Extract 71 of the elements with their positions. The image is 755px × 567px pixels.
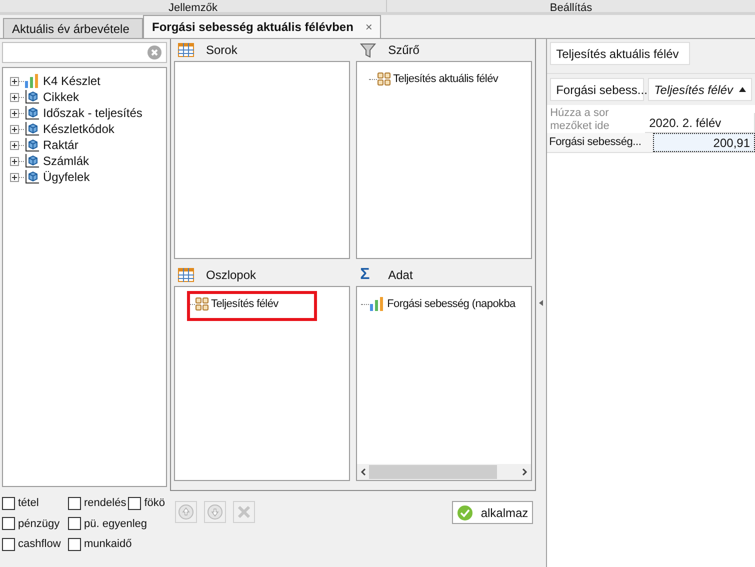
checkbox[interactable] <box>68 517 81 530</box>
data-field-button[interactable]: Forgási sebess... <box>550 78 644 101</box>
tree-item[interactable]: K4 Készlet <box>24 72 100 90</box>
scrollbar-thumb[interactable] <box>369 465 498 479</box>
zone-title: Adat <box>388 267 413 284</box>
checkbox[interactable] <box>2 517 15 530</box>
value-cell[interactable]: 200,91 <box>653 133 755 152</box>
column-field-button[interactable]: Teljesítés félév <box>648 78 752 101</box>
checkbox-label[interactable]: pü. egyenleg <box>84 516 147 532</box>
expand-icon[interactable] <box>10 108 19 118</box>
field-item[interactable]: Teljesítés aktuális félév <box>377 70 498 88</box>
tree-item[interactable]: Ügyfelek <box>24 168 90 186</box>
checkbox-label[interactable]: pénzügy <box>18 516 60 532</box>
expand-icon[interactable] <box>10 172 19 182</box>
checkbox-label[interactable]: rendelés <box>84 495 126 512</box>
cube-icon <box>24 169 40 185</box>
tree-item[interactable]: Cikkek <box>24 88 80 106</box>
expand-icon[interactable] <box>10 76 19 86</box>
checkbox[interactable] <box>68 496 81 510</box>
field-grid-icon <box>377 72 392 86</box>
tree-item[interactable]: Raktár <box>24 136 78 154</box>
table-icon <box>178 43 194 57</box>
bar-chart-icon <box>24 73 40 89</box>
x-icon <box>237 505 251 519</box>
expand-icon[interactable] <box>10 140 19 150</box>
zone-title: Sorok <box>206 42 238 59</box>
field-item[interactable]: Teljesítés félév <box>195 296 278 312</box>
close-icon[interactable]: × <box>365 18 372 36</box>
check-icon <box>456 504 473 520</box>
checkbox[interactable] <box>68 538 81 551</box>
row-header: Forgási sebesség... <box>548 135 642 150</box>
sort-ascending-icon <box>739 87 746 92</box>
filter-icon <box>360 42 376 58</box>
expand-icon[interactable] <box>10 156 19 166</box>
cube-icon <box>24 121 40 137</box>
tree-item[interactable]: Készletkódok <box>24 120 114 138</box>
cube-icon <box>24 105 40 121</box>
field-grid-icon <box>195 297 209 311</box>
checkbox[interactable] <box>128 496 142 510</box>
bar-chart-icon <box>369 296 386 312</box>
tab[interactable]: Aktuális év árbevétele <box>3 18 143 38</box>
cube-icon <box>24 153 40 169</box>
arrow-down-icon <box>207 504 223 520</box>
sigma-icon: Σ <box>360 267 376 283</box>
zone-title: Oszlopok <box>206 267 256 284</box>
cube-icon <box>24 137 40 153</box>
search-field[interactable] <box>2 42 167 63</box>
panel-header: Beállítás <box>550 1 592 12</box>
expand-icon[interactable] <box>10 92 19 102</box>
collapse-icon[interactable] <box>539 300 544 306</box>
cube-icon <box>24 89 40 105</box>
horizontal-scrollbar[interactable] <box>357 464 532 480</box>
checkbox-label[interactable]: munkaidő <box>84 536 132 552</box>
panel-header: Jellemzők <box>168 1 218 12</box>
row-area-hint: Húzza a sor mezőket ide <box>549 106 610 133</box>
filter-field-button[interactable]: Teljesítés aktuális félév <box>550 42 690 65</box>
checkbox-label[interactable]: cashflow <box>18 536 61 552</box>
zone-title: Szűrő <box>388 42 420 59</box>
checkbox-label[interactable]: fökö <box>144 495 165 512</box>
expand-icon[interactable] <box>10 124 19 134</box>
field-item[interactable]: Forgási sebesség (napokba <box>369 296 516 312</box>
checkbox[interactable] <box>2 496 15 510</box>
apply-button[interactable]: alkalmaz <box>452 501 534 524</box>
checkbox-label[interactable]: tétel <box>18 495 39 512</box>
tree-item[interactable]: Időszak - teljesítés <box>24 104 142 122</box>
arrow-up-icon <box>178 504 194 520</box>
table-icon <box>178 268 194 282</box>
tab[interactable]: Forgási sebesség aktuális félévben × <box>143 15 382 38</box>
column-value-header: 2020. 2. félév <box>645 113 755 133</box>
checkbox[interactable] <box>2 538 15 551</box>
tree-item[interactable]: Számlák <box>24 152 90 170</box>
